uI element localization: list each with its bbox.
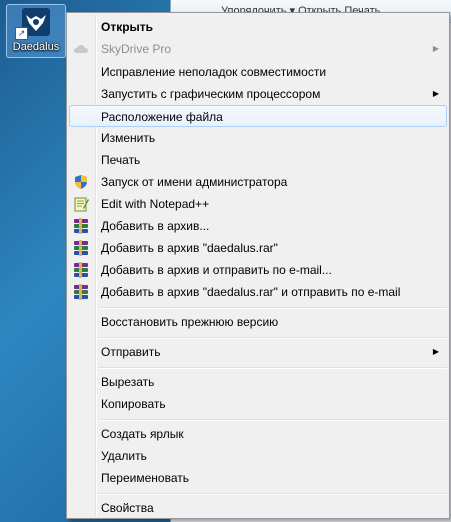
- menu-item-add-to-daedalus-rar[interactable]: Добавить в архив "daedalus.rar": [69, 237, 447, 259]
- menu-item-create-shortcut[interactable]: Создать ярлык: [69, 423, 447, 445]
- desktop-icon-label: Daedalus: [12, 41, 60, 53]
- menu-item-open-file-location[interactable]: Расположение файла: [69, 105, 447, 127]
- menu-item-restore-previous-versions[interactable]: Восстановить прежнюю версию: [69, 311, 447, 333]
- winrar-icon: [73, 284, 89, 300]
- menu-item-label: Копировать: [101, 397, 166, 411]
- menu-item-label: Отправить: [101, 345, 161, 359]
- menu-item-label: Расположение файла: [101, 110, 223, 124]
- menu-item-send-to[interactable]: Отправить ▶: [69, 341, 447, 363]
- menu-item-label: Печать: [101, 153, 141, 167]
- menu-item-edit[interactable]: Изменить: [69, 127, 447, 149]
- menu-item-label: SkyDrive Pro: [101, 42, 172, 56]
- submenu-arrow-icon: ▶: [432, 44, 439, 53]
- menu-item-label: Исправление неполадок совместимости: [101, 65, 327, 79]
- menu-item-label: Удалить: [101, 449, 147, 463]
- menu-item-troubleshoot-compatibility[interactable]: Исправление неполадок совместимости: [69, 61, 447, 83]
- menu-item-label: Запуск от имени администратора: [101, 175, 288, 189]
- menu-item-label: Создать ярлык: [101, 427, 184, 441]
- menu-item-properties[interactable]: Свойства: [69, 497, 447, 519]
- context-menu: Открыть SkyDrive Pro ▶ Исправление непол…: [66, 12, 450, 519]
- menu-item-label: Изменить: [101, 131, 156, 145]
- submenu-arrow-icon: ▶: [432, 89, 439, 98]
- menu-item-run-with-gpu[interactable]: Запустить с графическим процессором ▶: [69, 83, 447, 105]
- desktop-shortcut-daedalus[interactable]: ↗ Daedalus: [6, 4, 66, 58]
- menu-item-label: Восстановить прежнюю версию: [101, 315, 279, 329]
- menu-item-delete[interactable]: Удалить: [69, 445, 447, 467]
- shortcut-arrow-icon: ↗: [15, 27, 28, 40]
- winrar-icon: [73, 262, 89, 278]
- menu-item-skydrive-pro[interactable]: SkyDrive Pro ▶: [69, 38, 447, 60]
- menu-item-run-as-admin[interactable]: Запуск от имени администратора: [69, 171, 447, 193]
- menu-separator: [98, 419, 447, 421]
- menu-item-add-to-daedalus-rar-email[interactable]: Добавить в архив "daedalus.rar" и отправ…: [69, 281, 447, 303]
- notepadpp-icon: [73, 196, 89, 212]
- menu-item-label: Добавить в архив "daedalus.rar": [101, 241, 278, 255]
- winrar-icon: [73, 218, 89, 234]
- menu-separator: [98, 307, 447, 309]
- menu-item-label: Переименовать: [101, 471, 189, 485]
- menu-item-edit-notepadpp[interactable]: Edit with Notepad++: [69, 193, 447, 215]
- menu-item-open[interactable]: Открыть: [69, 16, 447, 38]
- menu-item-cut[interactable]: Вырезать: [69, 371, 447, 393]
- uac-shield-icon: [73, 174, 89, 190]
- cloud-icon: [73, 41, 89, 57]
- menu-item-label: Свойства: [101, 501, 154, 515]
- menu-item-label: Edit with Notepad++: [101, 197, 210, 211]
- menu-item-add-to-archive[interactable]: Добавить в архив...: [69, 215, 447, 237]
- menu-item-label: Открыть: [101, 20, 154, 34]
- menu-item-print[interactable]: Печать: [69, 149, 447, 171]
- menu-item-label: Запустить с графическим процессором: [101, 87, 321, 101]
- menu-item-label: Добавить в архив "daedalus.rar" и отправ…: [101, 285, 401, 299]
- menu-item-rename[interactable]: Переименовать: [69, 467, 447, 489]
- submenu-arrow-icon: ▶: [432, 347, 439, 356]
- winrar-icon: [73, 240, 89, 256]
- menu-item-label: Вырезать: [101, 375, 155, 389]
- menu-item-add-to-archive-email[interactable]: Добавить в архив и отправить по e-mail..…: [69, 259, 447, 281]
- menu-item-label: Добавить в архив...: [101, 219, 210, 233]
- menu-item-label: Добавить в архив и отправить по e-mail..…: [101, 263, 332, 277]
- menu-separator: [98, 493, 447, 495]
- menu-separator: [98, 337, 447, 339]
- menu-item-copy[interactable]: Копировать: [69, 393, 447, 415]
- menu-separator: [98, 367, 447, 369]
